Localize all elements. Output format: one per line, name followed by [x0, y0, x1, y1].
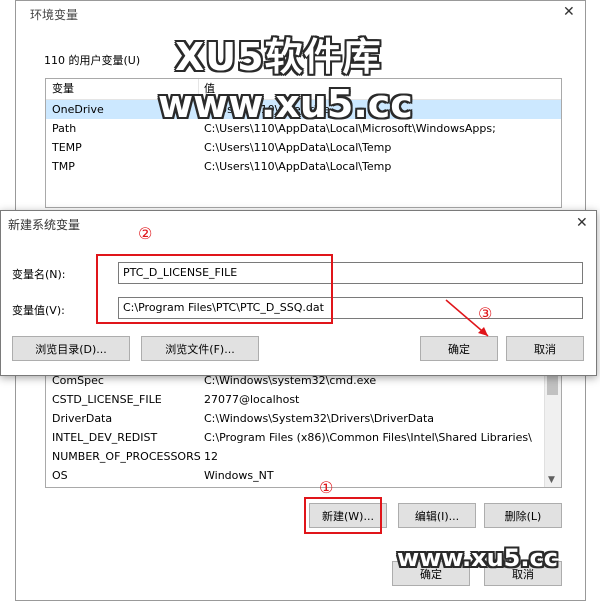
var-value: C:\Users\110\AppData\Local\Temp — [204, 160, 392, 173]
scroll-thumb[interactable] — [547, 375, 558, 395]
watermark-url-top: www.xu5.cc — [158, 82, 413, 126]
var-name: CSTD_LICENSE_FILE — [52, 393, 162, 406]
scroll-down-icon[interactable]: ▼ — [548, 475, 555, 485]
var-name: NUMBER_OF_PROCESSORS — [52, 450, 201, 463]
var-value: 12 — [204, 450, 218, 463]
var-value: 27077@localhost — [204, 393, 300, 406]
highlight-fields — [96, 254, 333, 324]
user-vars-label: 110 的用户变量(U) — [44, 54, 141, 67]
step-2-label: ② — [138, 224, 153, 243]
step-1-label: ① — [319, 478, 334, 497]
variable-value-label: 变量值(V): — [12, 304, 65, 317]
watermark-brand: XU5软件库 — [175, 35, 382, 79]
var-value: C:\Windows\System32\Drivers\DriverData — [204, 412, 435, 425]
var-name: TMP — [52, 160, 75, 173]
dialog-close-icon[interactable]: ✕ — [576, 215, 588, 231]
browse-directory-button[interactable]: 浏览目录(D)... — [12, 336, 130, 361]
env-window-title: 环境变量 — [30, 8, 79, 22]
table-row[interactable]: TMP C:\Users\110\AppData\Local\Temp — [46, 157, 561, 176]
variable-name-label: 变量名(N): — [12, 268, 66, 281]
table-row[interactable]: INTEL_DEV_REDIST C:\Program Files (x86)\… — [46, 428, 561, 447]
browse-file-button[interactable]: 浏览文件(F)... — [141, 336, 259, 361]
table-row[interactable]: NUMBER_OF_PROCESSORS 12 — [46, 447, 561, 466]
table-row[interactable]: TEMP C:\Users\110\AppData\Local\Temp — [46, 138, 561, 157]
var-name: DriverData — [52, 412, 113, 425]
watermark-url-bottom: www.xu5.cc — [397, 544, 558, 572]
var-value: Windows_NT — [204, 469, 274, 482]
var-name: OS — [52, 469, 68, 482]
edit-button[interactable]: 编辑(I)... — [398, 503, 476, 528]
var-name: INTEL_DEV_REDIST — [52, 431, 158, 444]
var-name: Path — [52, 122, 77, 135]
var-value: C:\Program Files (x86)\Common Files\Inte… — [204, 431, 532, 444]
table-row[interactable]: OS Windows_NT — [46, 466, 561, 485]
delete-button[interactable]: 删除(L) — [484, 503, 562, 528]
column-header-name[interactable]: 变量 — [52, 79, 74, 99]
var-name: OneDrive — [52, 103, 104, 116]
var-value: C:\Users\110\AppData\Local\Temp — [204, 141, 392, 154]
dialog-title: 新建系统变量 — [8, 218, 81, 232]
table-row[interactable]: CSTD_LICENSE_FILE 27077@localhost — [46, 390, 561, 409]
highlight-new-button — [304, 497, 382, 534]
table-row[interactable]: DriverData C:\Windows\System32\Drivers\D… — [46, 409, 561, 428]
step-3-label: ③ — [478, 304, 493, 323]
dialog-cancel-button[interactable]: 取消 — [506, 336, 584, 361]
var-name: TEMP — [52, 141, 82, 154]
close-icon[interactable]: ✕ — [563, 4, 575, 20]
